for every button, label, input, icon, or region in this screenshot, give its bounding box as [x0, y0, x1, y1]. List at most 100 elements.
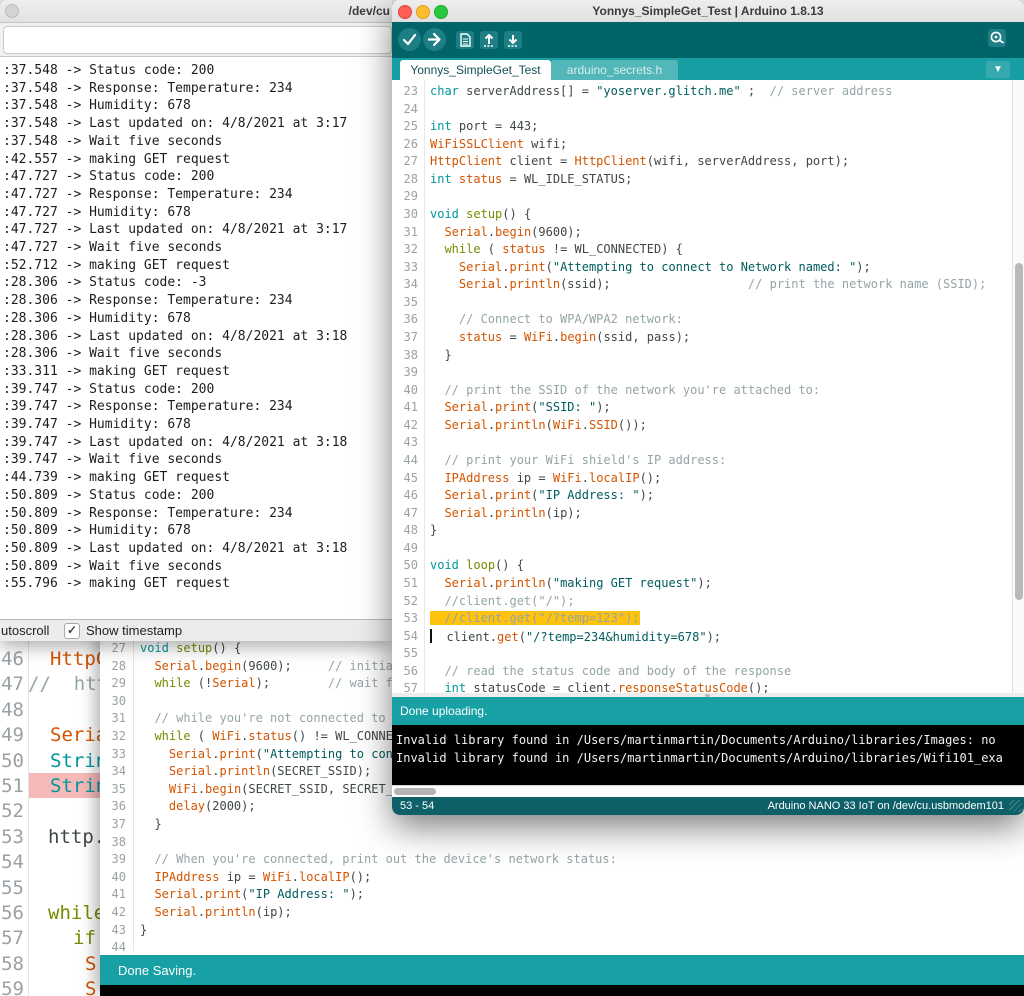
code-line: Serial.begin(9600); — [444, 224, 582, 239]
code-line: // print your WiFi shield's IP address: — [444, 452, 727, 467]
code-line: status = WiFi.begin(ssid, pass); — [458, 329, 691, 344]
scrollbar-thumb[interactable] — [1015, 263, 1023, 600]
console — [100, 985, 1024, 996]
background-editor-window: 46 HttpCl 47// htt48 49 Seria 50 Strin 51 Strin 5… — [0, 640, 100, 996]
console-output: Invalid library found in /Users/martinma… — [392, 725, 1024, 785]
line-number: 25 — [403, 119, 418, 134]
status-bar: Done Saving. — [100, 955, 1024, 985]
code-line: char serverAddress[] = "yoserver.glitch.… — [430, 84, 893, 98]
log-line: :47.727 -> Response: Temperature: 234 — [3, 186, 293, 202]
console-line: Invalid library found in /Users/martinma… — [396, 751, 1003, 765]
verify-button[interactable] — [398, 28, 421, 51]
line-number: 30 — [403, 206, 418, 221]
code-line: Serial.begin(9600); // initial — [154, 658, 401, 673]
line-number: 28 — [111, 658, 126, 673]
serial-monitor-button[interactable] — [988, 29, 1006, 47]
log-line: :39.747 -> Humidity: 678 — [3, 417, 191, 432]
save-button[interactable] — [504, 31, 522, 49]
status-message: Done Saving. — [118, 963, 197, 978]
line-number: 41 — [111, 887, 126, 902]
line-indicator: 53 - 54 — [400, 800, 435, 812]
send-row — [0, 23, 392, 57]
line-number: 47 — [403, 505, 418, 520]
code-line: Serial.println("making GET request"); — [444, 575, 712, 590]
line-number: 29 — [111, 676, 126, 691]
code-line: Serial.print("IP Address: "); — [154, 887, 365, 902]
window-status-bar: 53 - 54 Arduino NANO 33 IoT on /dev/cu.u… — [392, 797, 1024, 815]
line-number: 40 — [403, 382, 418, 397]
open-button[interactable] — [480, 31, 498, 49]
line-number: 48 — [1, 698, 24, 721]
inactive-traffic-light[interactable] — [5, 4, 19, 18]
resize-grip[interactable] — [1009, 800, 1022, 812]
autoscroll-label: utoscroll — [1, 623, 50, 638]
code-line: IPAddress ip = WiFi.localIP(); — [444, 470, 662, 485]
line-number: 53 — [1, 825, 24, 848]
line-number: 28 — [403, 171, 418, 186]
code-line: } — [430, 523, 438, 538]
code-line: http. — [48, 825, 100, 848]
line-number: 41 — [403, 400, 418, 415]
line-number: 50 — [403, 558, 418, 573]
line-number: 42 — [403, 417, 418, 432]
code-line: WiFi.begin(SECRET_SSID, SECRET_P — [168, 781, 401, 796]
line-number: 29 — [403, 189, 418, 204]
serial-log[interactable]: :37.548 -> Status code: 200:37.548 -> Re… — [0, 57, 392, 619]
title-bar[interactable]: /dev/cu — [0, 0, 392, 23]
log-line: :37.548 -> Last updated on: 4/8/2021 at … — [3, 116, 348, 132]
selection-highlight: //client.get("/?temp=123"); — [430, 611, 640, 626]
log-line: :33.311 -> making GET request — [3, 363, 230, 379]
code-line: HttpClient client = HttpClient(wifi, ser… — [430, 154, 850, 169]
log-line: :39.747 -> Wait five seconds — [3, 452, 223, 468]
tab-sketch[interactable]: Yonnys_SimpleGet_Test — [400, 60, 551, 80]
code-line: Serial.println(WiFi.SSID()); — [444, 417, 647, 432]
new-sketch-button[interactable] — [456, 31, 474, 49]
show-timestamp-checkbox[interactable]: ✓ — [64, 623, 80, 639]
line-number: 44 — [111, 940, 126, 951]
line-number: 32 — [403, 242, 418, 257]
upload-button[interactable] — [423, 28, 446, 51]
line-number: 43 — [403, 435, 418, 450]
title-bar[interactable]: Yonnys_SimpleGet_Test | Arduino 1.8.13 — [392, 0, 1024, 23]
log-line: :42.557 -> making GET request — [3, 151, 230, 167]
log-line: :28.306 -> Wait five seconds — [3, 346, 223, 362]
line-number: 56 — [1, 902, 24, 924]
line-number: 35 — [111, 781, 126, 796]
code-line: Serial.print("Attempting to connect to N… — [458, 259, 871, 274]
tab-arduino-secrets[interactable]: arduino_secrets.h — [551, 60, 678, 80]
scrollbar-thumb[interactable] — [394, 788, 436, 795]
tab-menu-dropdown[interactable]: ▼ — [986, 61, 1010, 78]
line-number: 48 — [403, 523, 418, 538]
log-line: :50.809 -> Last updated on: 4/8/2021 at … — [3, 540, 348, 556]
log-line: :28.306 -> Status code: -3 — [3, 275, 207, 291]
code-editor[interactable]: 23 char serverAddress[] = "yoserver.glitc… — [392, 80, 1024, 693]
log-line: :37.548 -> Wait five seconds — [3, 133, 223, 149]
line-number: 55 — [403, 646, 418, 661]
line-number: 31 — [111, 711, 126, 726]
log-line: :47.727 -> Last updated on: 4/8/2021 at … — [3, 222, 348, 238]
line-number: 23 — [403, 84, 418, 98]
code-line: //client.get("/?temp=123"); — [430, 611, 640, 626]
log-line: :44.739 -> making GET request — [3, 470, 230, 486]
line-number: 30 — [111, 693, 126, 708]
line-number: 27 — [111, 641, 126, 655]
show-timestamp-label: Show timestamp — [86, 623, 183, 638]
editor-scrollbar[interactable] — [1012, 80, 1024, 693]
code-line: // print the SSID of the network you're … — [444, 382, 821, 397]
code-line: delay(2000); — [168, 799, 256, 814]
log-line: :37.548 -> Humidity: 678 — [3, 98, 191, 114]
line-number: 38 — [403, 347, 418, 362]
code-line: int port = 443; — [430, 119, 539, 134]
code-line: // When you're connected, print out the … — [154, 852, 617, 867]
line-number: 34 — [111, 764, 126, 779]
line-number: 33 — [403, 259, 418, 274]
line-number: 52 — [403, 593, 418, 608]
code-line: while — [48, 902, 100, 924]
line-number: 43 — [111, 922, 126, 937]
line-number: 50 — [1, 749, 24, 772]
serial-send-input[interactable] — [3, 26, 392, 54]
code-line: HttpCl — [50, 648, 100, 670]
line-number: 34 — [403, 277, 418, 292]
log-line: :50.809 -> Wait five seconds — [3, 558, 223, 574]
code-line: S — [85, 978, 97, 996]
